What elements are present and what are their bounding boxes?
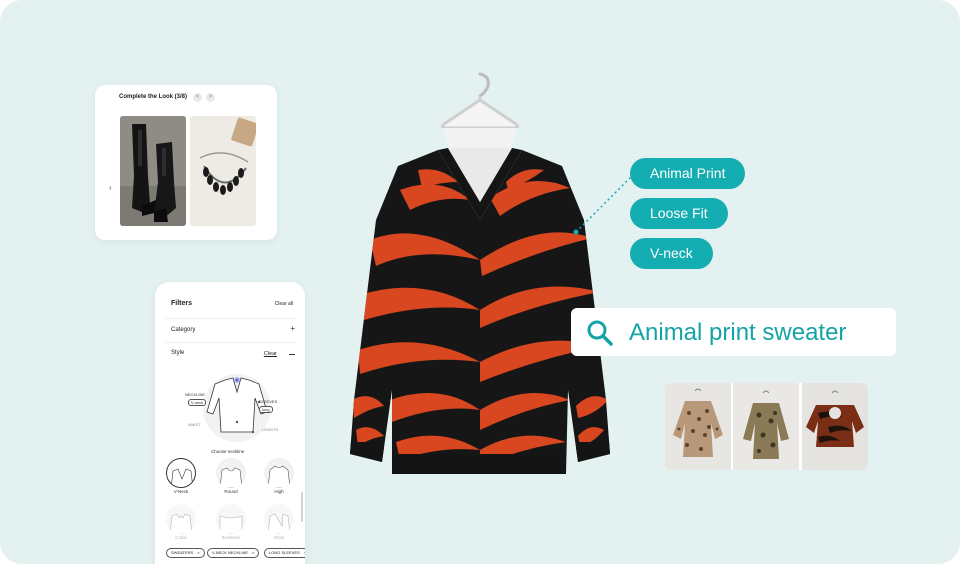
chip-label: SWEATERS [171, 550, 194, 555]
search-icon [587, 320, 613, 346]
applied-filter-chip[interactable]: LONG SLEEVES × [264, 548, 305, 558]
clear-all-button[interactable]: Clear all [275, 301, 293, 307]
tag-connector [573, 175, 633, 235]
search-results [665, 383, 868, 470]
chip-remove-icon[interactable]: × [197, 550, 199, 555]
chip-label: LONG SLEEVES [269, 550, 300, 555]
waist-caption: WAIST [188, 422, 201, 427]
neckline-option-wrap[interactable] [264, 504, 294, 534]
category-expand-icon[interactable]: + [290, 324, 295, 333]
result-snake-print-top[interactable] [733, 383, 799, 470]
neckline-label-high: High [274, 489, 284, 494]
canvas: Complete the Look (3/8) < > ‹ Filters Cl… [0, 0, 960, 564]
style-label: Style [171, 350, 185, 356]
result-leopard-blouse[interactable] [665, 383, 731, 470]
neckline-option-boatneck[interactable] [216, 504, 246, 534]
chip-label: V-NECK NECKLINE [212, 550, 249, 555]
carousel-prev-arrow[interactable]: ‹ [109, 183, 112, 192]
chip-remove-icon[interactable]: × [304, 550, 305, 555]
neckline-value-badge: V-neck [188, 399, 207, 406]
tag-animal-print[interactable]: Animal Print [630, 158, 746, 189]
look-prev-button[interactable]: < [193, 93, 202, 102]
divider [165, 318, 295, 319]
chip-remove-icon[interactable]: × [252, 550, 254, 555]
neckline-option-collar[interactable] [166, 504, 196, 534]
applied-filter-chip[interactable]: V-NECK NECKLINE × [207, 548, 260, 558]
category-label[interactable]: Category [171, 327, 195, 333]
choose-neckline-hint: Choose neckline [211, 449, 245, 454]
style-clear-button[interactable]: Clear [264, 351, 277, 357]
neckline-label-collar: Collar [175, 535, 187, 540]
neckline-label-vneck: V-Neck [173, 489, 189, 494]
neckline-option-vneck[interactable] [166, 458, 196, 488]
complete-the-look-title: Complete the Look (3/8) [119, 94, 188, 100]
sleeves-caption: SLEEVES [259, 399, 278, 404]
filters-scrollbar[interactable] [301, 492, 303, 522]
sleeves-value-badge: long [259, 406, 273, 413]
filters-panel: Filters Clear all Category + Style Clear… [155, 282, 305, 564]
style-collapse-icon[interactable] [289, 354, 295, 355]
complete-the-look-card: Complete the Look (3/8) < > ‹ [95, 85, 277, 240]
divider [165, 342, 295, 343]
neckline-label-boatneck: Boatneck [221, 535, 241, 540]
neckline-caption: NECKLINE [185, 392, 206, 397]
search-query[interactable]: Animal print sweater [629, 319, 846, 347]
applied-filter-chip[interactable]: SWEATERS × [166, 548, 205, 558]
neckline-option-round[interactable] [216, 458, 246, 488]
look-next-button[interactable]: > [206, 93, 215, 102]
neckline-label-round: Round [224, 489, 238, 494]
sweater-product-image[interactable] [330, 70, 630, 490]
length-caption: LENGTH [262, 427, 279, 432]
result-tiger-print-top[interactable] [802, 383, 868, 470]
tag-loose-fit[interactable]: Loose Fit [630, 198, 728, 229]
neckline-label-wrap: Wrap [273, 535, 285, 540]
neckline-option-high[interactable] [264, 458, 294, 488]
look-item-necklace[interactable] [190, 116, 256, 226]
filters-title: Filters [171, 300, 193, 307]
look-item-boots[interactable] [120, 116, 186, 226]
tag-v-neck[interactable]: V-neck [630, 238, 713, 269]
search-bar[interactable]: Animal print sweater [571, 308, 896, 356]
